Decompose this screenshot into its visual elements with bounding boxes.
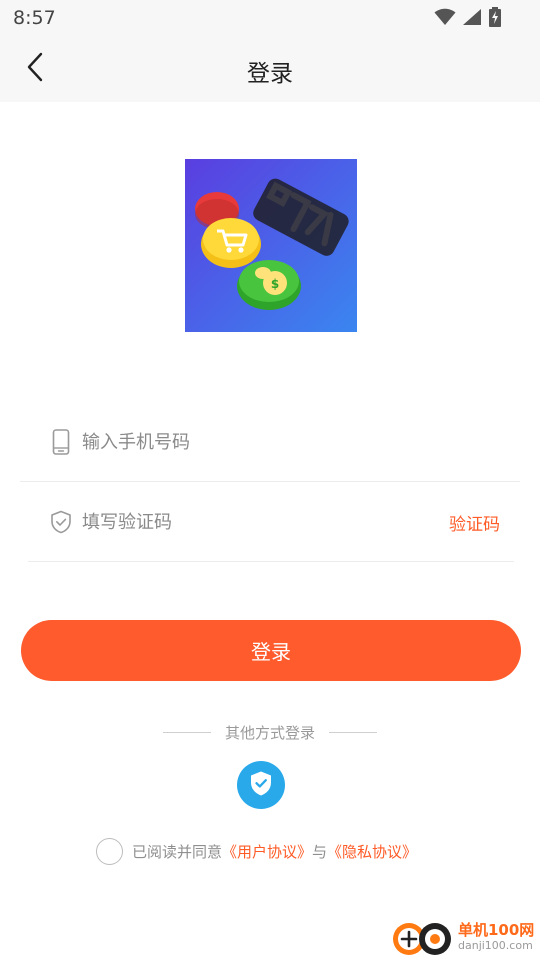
phone-input[interactable] <box>82 424 382 460</box>
login-button[interactable]: 登录 <box>21 620 521 681</box>
agreement-row: 已阅读并同意 《用户协议》 与 《隐私协议》 <box>96 837 417 865</box>
privacy-policy-link[interactable]: 《隐私协议》 <box>327 841 417 862</box>
divider-line-left <box>162 731 211 733</box>
other-methods-row: 其他方式登录 <box>0 721 540 743</box>
login-page: 8:57 登录 $ 输入手机号码 填写验证码 验证码 登录 其他方式登录 已阅读… <box>0 0 540 960</box>
watermark-logo-icon <box>390 918 454 960</box>
svg-text:$: $ <box>271 277 279 291</box>
status-time: 8:57 <box>13 7 56 29</box>
wifi-icon <box>434 8 456 30</box>
shield-check-icon <box>249 770 273 801</box>
signal-icon <box>462 8 482 30</box>
code-field-row: 验证码 <box>20 482 520 562</box>
watermark-url: danji100.com <box>458 939 533 952</box>
agreement-checkbox[interactable] <box>96 837 123 865</box>
shield-check-icon <box>50 509 72 535</box>
status-icons <box>434 7 502 31</box>
agreement-prefix: 已阅读并同意 <box>132 842 223 861</box>
code-input[interactable] <box>82 504 382 540</box>
code-divider <box>28 561 514 562</box>
phone-icon <box>50 429 72 455</box>
phone-field-row <box>20 402 520 482</box>
nav-bar: 登录 <box>0 36 540 102</box>
battery-charging-icon <box>488 7 502 31</box>
one-click-login-button[interactable] <box>237 761 285 809</box>
other-methods-label: 其他方式登录 <box>224 723 315 742</box>
watermark: 单机100网 danji100.com <box>390 916 536 958</box>
status-bar: 8:57 <box>0 0 540 36</box>
watermark-title: 单机100网 <box>458 921 535 939</box>
user-agreement-link[interactable]: 《用户协议》 <box>222 841 312 862</box>
agreement-conjunction: 与 <box>312 842 328 861</box>
app-logo: $ <box>185 159 357 332</box>
divider-line-right <box>329 731 377 733</box>
get-code-button[interactable]: 验证码 <box>449 510 500 535</box>
page-title: 登录 <box>247 61 293 87</box>
